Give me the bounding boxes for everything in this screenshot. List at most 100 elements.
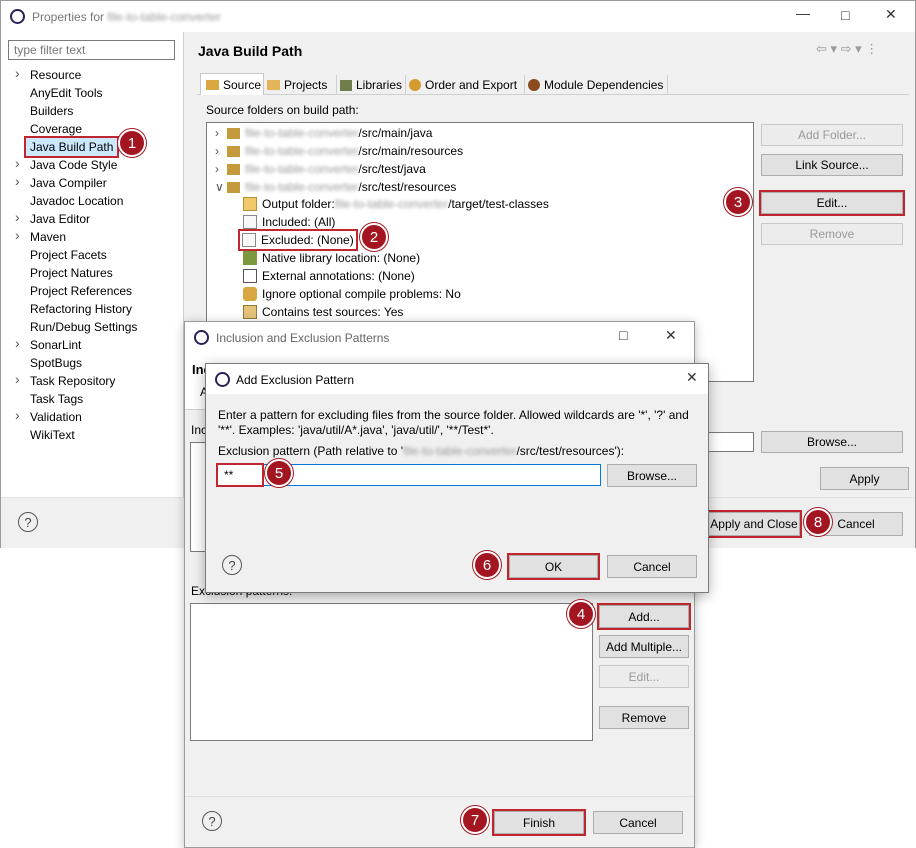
exclusion-title: Add Exclusion Pattern xyxy=(236,373,355,387)
nav-item-validation[interactable]: Validation xyxy=(30,408,82,426)
nav-item-javadoc-location[interactable]: Javadoc Location xyxy=(30,192,123,210)
tree-source-folder[interactable]: ∨ file-to-table-converter/src/test/resour… xyxy=(215,178,456,196)
nav-item-project-references[interactable]: Project References xyxy=(30,282,132,300)
title-bar: Properties for file-to-table-converter —… xyxy=(1,1,915,32)
nav-item-spotbugs[interactable]: SpotBugs xyxy=(30,354,82,372)
tree-output-folder[interactable]: Output folder: file-to-table-converter/t… xyxy=(243,195,549,213)
filter-icon xyxy=(242,233,256,247)
nav-item-refactoring-history[interactable]: Refactoring History xyxy=(30,300,132,318)
link-source-button[interactable]: Link Source... xyxy=(761,154,903,176)
maximize-icon[interactable]: □ xyxy=(841,7,849,23)
chevron-right-icon[interactable]: › xyxy=(15,227,23,243)
tree-ignore-optional[interactable]: Ignore optional compile problems: No xyxy=(243,285,461,303)
step-badge-7: 7 xyxy=(461,806,489,834)
nav-item-resource[interactable]: Resource xyxy=(30,66,81,84)
ok-button[interactable]: OK xyxy=(507,553,600,580)
chevron-right-icon[interactable]: › xyxy=(215,144,227,158)
tree-native-library[interactable]: Native library location: (None) xyxy=(243,249,420,267)
ignore-problems-icon xyxy=(243,287,257,301)
apply-button[interactable]: Apply xyxy=(820,467,909,490)
nav-item-java-build-path[interactable]: Java Build Path xyxy=(23,136,120,158)
close-icon[interactable]: ✕ xyxy=(885,6,897,23)
tab-bar: Source Projects Libraries Order and Expo… xyxy=(197,73,909,95)
annotation-icon xyxy=(243,269,257,283)
edit-pattern-button[interactable]: Edit... xyxy=(599,665,689,688)
tree-source-folder[interactable]: › file-to-table-converter/src/main/java xyxy=(215,124,432,142)
add-multiple-button[interactable]: Add Multiple... xyxy=(599,635,689,658)
exclusion-cancel-button[interactable]: Cancel xyxy=(607,555,697,578)
nav-item-java-compiler[interactable]: Java Compiler xyxy=(30,174,107,192)
tree-excluded[interactable]: Excluded: (None) xyxy=(238,229,358,251)
nav-item-project-facets[interactable]: Project Facets xyxy=(30,246,107,264)
exclusion-title-bar: Add Exclusion Pattern ✕ xyxy=(206,364,708,394)
chevron-right-icon[interactable]: › xyxy=(15,155,23,171)
nav-item-run-debug-settings[interactable]: Run/Debug Settings xyxy=(30,318,137,336)
nav-arrows[interactable]: ⇦ ▾ ⇨ ▾ ⋮ xyxy=(816,41,878,57)
tree-external-annotations[interactable]: External annotations: (None) xyxy=(243,267,415,285)
finish-button[interactable]: Finish xyxy=(492,809,586,836)
close-icon[interactable]: ✕ xyxy=(686,369,698,386)
module-icon xyxy=(528,79,540,91)
tree-source-folder[interactable]: › file-to-table-converter/src/test/java xyxy=(215,160,426,178)
package-folder-icon xyxy=(227,163,240,175)
tab-libraries[interactable]: Libraries xyxy=(336,75,402,95)
tab-source[interactable]: Source xyxy=(200,73,264,95)
chevron-right-icon[interactable]: › xyxy=(15,209,23,225)
exclusion-pattern-label: Exclusion pattern (Path relative to 'fil… xyxy=(218,444,625,458)
nav-item-java-code-style[interactable]: Java Code Style xyxy=(30,156,117,174)
tab-order-export[interactable]: Order and Export xyxy=(405,75,517,95)
step-badge-4: 4 xyxy=(567,600,595,628)
browse-button[interactable]: Browse... xyxy=(761,431,903,453)
minimize-icon[interactable]: — xyxy=(796,5,810,21)
tab-module-dependencies[interactable]: Module Dependencies xyxy=(524,75,669,95)
filter-input[interactable]: type filter text xyxy=(8,40,175,60)
tree-source-folder[interactable]: › file-to-table-converter/src/main/resour… xyxy=(215,142,463,160)
order-export-icon xyxy=(409,79,421,91)
page-title: Java Build Path xyxy=(198,43,303,59)
output-folder-field[interactable] xyxy=(706,432,754,452)
nav-item-java-editor[interactable]: Java Editor xyxy=(30,210,90,228)
close-icon[interactable]: ✕ xyxy=(665,327,677,344)
test-sources-icon xyxy=(243,305,257,319)
chevron-right-icon[interactable]: › xyxy=(15,407,23,423)
chevron-right-icon[interactable]: › xyxy=(15,173,23,189)
add-folder-button[interactable]: Add Folder... xyxy=(761,124,903,146)
nav-item-coverage[interactable]: Coverage xyxy=(30,120,82,138)
nav-item-wikitext[interactable]: WikiText xyxy=(30,426,75,444)
maximize-icon[interactable]: □ xyxy=(619,327,627,343)
exclusion-patterns-list[interactable] xyxy=(190,603,593,741)
filter-icon xyxy=(243,215,257,229)
help-icon[interactable]: ? xyxy=(18,512,38,532)
tab-projects[interactable]: Projects xyxy=(264,75,327,95)
nav-item-maven[interactable]: Maven xyxy=(30,228,66,246)
edit-button[interactable]: Edit... xyxy=(759,190,905,216)
chevron-right-icon[interactable]: › xyxy=(15,65,23,81)
nav-item-project-natures[interactable]: Project Natures xyxy=(30,264,113,282)
apply-and-close-button[interactable]: Apply and Close xyxy=(706,510,802,538)
chevron-right-icon[interactable]: › xyxy=(15,371,23,387)
chevron-down-icon[interactable]: ∨ xyxy=(215,180,227,194)
tree-included[interactable]: Included: (All) xyxy=(243,213,335,231)
step-badge-3: 3 xyxy=(724,188,752,216)
nav-item-anyedit-tools[interactable]: AnyEdit Tools xyxy=(30,84,103,102)
chevron-right-icon[interactable]: › xyxy=(15,335,23,351)
package-folder-icon xyxy=(227,145,240,157)
step-badge-2: 2 xyxy=(360,223,388,251)
exclusion-browse-button[interactable]: Browse... xyxy=(607,464,697,487)
source-folders-label: Source folders on build path: xyxy=(206,103,359,117)
help-icon[interactable]: ? xyxy=(222,555,242,575)
remove-pattern-button[interactable]: Remove xyxy=(599,706,689,729)
help-icon[interactable]: ? xyxy=(202,811,222,831)
nav-item-task-repository[interactable]: Task Repository xyxy=(30,372,115,390)
nav-item-builders[interactable]: Builders xyxy=(30,102,73,120)
nav-item-sonarlint[interactable]: SonarLint xyxy=(30,336,81,354)
inclusion-cancel-button[interactable]: Cancel xyxy=(593,811,683,834)
output-folder-icon xyxy=(243,197,257,211)
step-badge-8: 8 xyxy=(804,508,832,536)
tree-contains-test[interactable]: Contains test sources: Yes xyxy=(243,303,403,321)
nav-item-task-tags[interactable]: Task Tags xyxy=(30,390,83,408)
chevron-right-icon[interactable]: › xyxy=(215,162,227,176)
chevron-right-icon[interactable]: › xyxy=(215,126,227,140)
add-button[interactable]: Add... xyxy=(597,603,691,630)
remove-button[interactable]: Remove xyxy=(761,223,903,245)
